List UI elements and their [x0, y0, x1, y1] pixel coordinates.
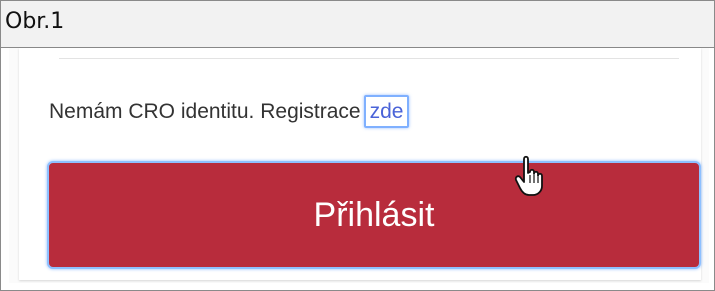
login-button-label: Přihlásit — [313, 195, 435, 234]
registration-prefix: Nemám CRO identitu. Registrace — [49, 100, 361, 123]
login-panel: Nemám CRO identitu. Registrace zde Přihlá… — [9, 48, 709, 283]
caption-text: Obr.1 — [5, 9, 65, 34]
caption-bar: Obr.1 — [1, 1, 714, 48]
registration-link[interactable]: zde — [363, 95, 410, 128]
registration-text: Nemám CRO identitu. Registrace zde — [49, 95, 410, 128]
screenshot-frame: Obr.1 Nemám CRO identitu. Registrace zde … — [0, 0, 715, 291]
login-card: Nemám CRO identitu. Registrace zde Přihlá… — [19, 48, 701, 280]
divider — [59, 58, 679, 59]
login-button[interactable]: Přihlásit — [47, 161, 701, 269]
hand-pointer-icon — [514, 155, 543, 196]
